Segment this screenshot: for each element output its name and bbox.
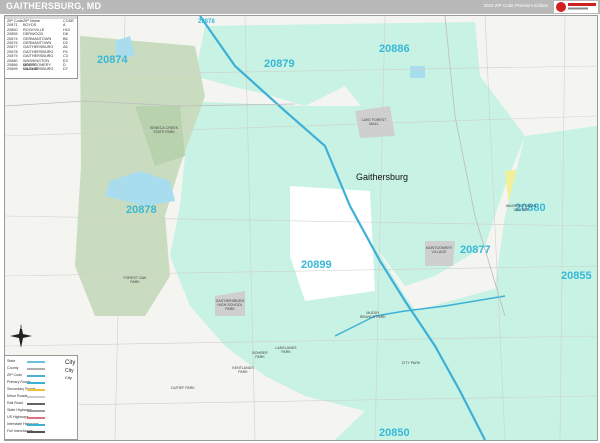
key-swatch-interchange <box>27 431 45 433</box>
key-swatch-state <box>27 361 45 363</box>
key-swatch-state-hwy <box>27 410 45 412</box>
park-label: WASHINGTONIAN CENTER <box>505 204 537 212</box>
key-label: Rail Road <box>7 401 23 405</box>
zip-legend: ZIP Code ZIP Name CODE 20871 BOYDS A 20850… <box>4 15 78 79</box>
key-label: ZIP Code <box>7 373 23 377</box>
zip-label: 20850 <box>379 427 410 439</box>
map-graphics <box>5 16 597 440</box>
park-label: GAITHERSBURG HIGH SCHOOL PARK <box>215 299 245 311</box>
key-swatch-county <box>27 368 45 370</box>
zip-label: 20877 <box>460 244 491 256</box>
city-symbol-small: City <box>65 375 72 380</box>
publisher-logo <box>554 1 598 13</box>
city-symbol-large: City <box>65 360 76 366</box>
park-label: KENTLANDS PARK <box>232 366 254 374</box>
park-label: DUFIEF PARK <box>171 386 195 390</box>
park-label: BOHRER PARK <box>252 351 268 359</box>
zip-label: 20874 <box>97 54 128 66</box>
map-key-legend: State County ZIP Code Primary Roads Seco… <box>4 355 78 440</box>
key-swatch-zip <box>27 375 45 377</box>
map-header: GAITHERSBURG, MD 2023 ZIP Code Premium E… <box>0 0 600 14</box>
lake <box>410 66 425 78</box>
city-symbol-medium: City <box>65 368 74 374</box>
zip-label: 20855 <box>561 270 592 282</box>
zip-label: 20878 <box>126 204 157 216</box>
key-swatch-minor <box>27 396 45 398</box>
zip-label: 20879 <box>264 58 295 70</box>
key-swatch-rail <box>27 403 45 405</box>
zip-label: 20886 <box>379 43 410 55</box>
map-title: GAITHERSBURG, MD <box>6 1 102 11</box>
park-label: MUDDY BRANCH PARK <box>360 311 386 319</box>
key-swatch-interstate <box>27 424 45 426</box>
edition-label: 2023 ZIP Code Premium Edition <box>483 3 548 8</box>
city-label: Gaithersburg <box>356 172 409 182</box>
park-label: CITY PARK <box>401 361 421 365</box>
key-label: US Highways <box>7 415 29 419</box>
park-label: FOREST OAK PARK <box>123 276 147 284</box>
zip-legend-row: 20899 GAITHERSBURG D7 <box>7 67 68 72</box>
zip-label: 20878 <box>198 19 215 25</box>
svg-text:N: N <box>20 325 23 330</box>
park-label: LAKELANDS PARK <box>275 346 297 354</box>
park-label: LAKE FOREST MALL <box>361 118 387 126</box>
map-canvas[interactable]: 20878 20886 20874 20879 20878 20880 2087… <box>4 15 598 441</box>
key-swatch-us-hwy <box>27 417 45 419</box>
key-label: County <box>7 366 19 370</box>
key-label: Minor Roads <box>7 394 28 398</box>
park-label: SENECA CREEK STATE PARK <box>150 126 178 134</box>
key-label: State <box>7 359 16 363</box>
park-label: MONTGOMERY VILLAGE <box>425 246 453 254</box>
zip-label: 20899 <box>301 259 332 271</box>
zip-area-20899 <box>290 186 375 301</box>
key-swatch-secondary <box>27 389 45 391</box>
compass-rose-icon: N <box>10 324 32 348</box>
key-swatch-primary <box>27 382 45 384</box>
